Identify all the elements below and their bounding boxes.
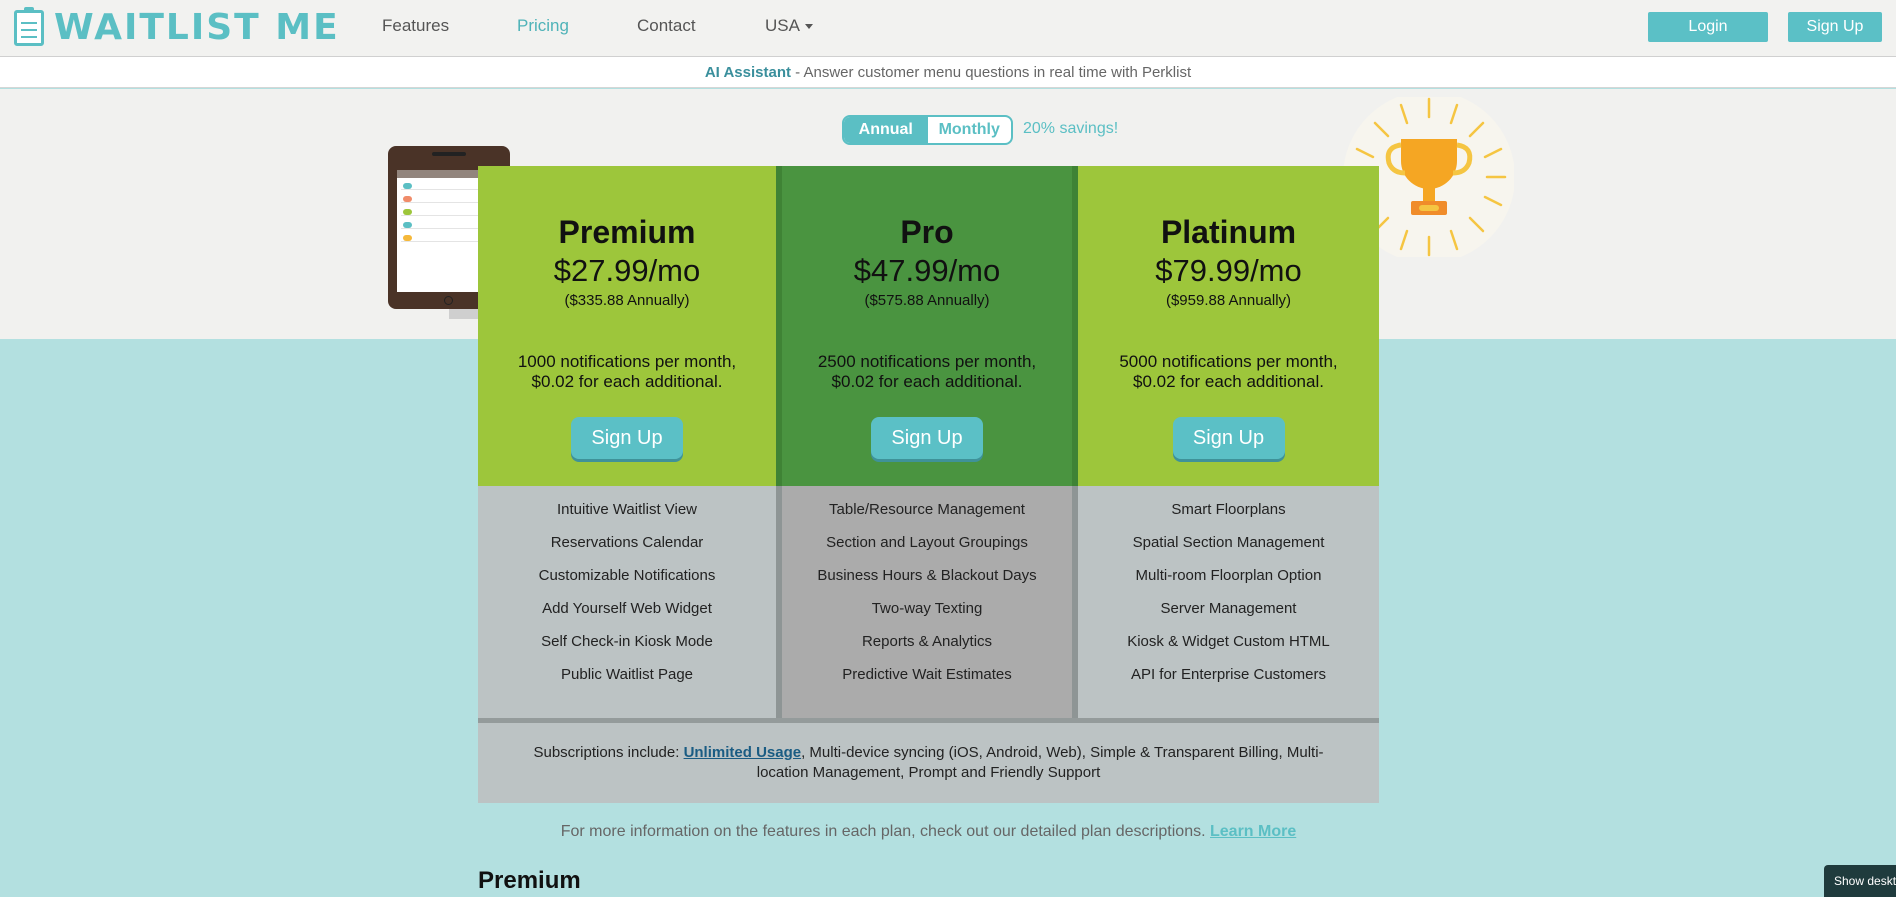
unlimited-usage-link[interactable]: Unlimited Usage — [684, 744, 802, 761]
billing-toggle[interactable]: Annual Monthly — [842, 115, 1013, 145]
announcement-bar: AI Assistant - Answer customer menu ques… — [0, 57, 1896, 88]
show-desktop-button[interactable]: Show deskt — [1824, 865, 1896, 897]
plan-annual-price: ($959.88 Annually) — [1165, 292, 1292, 309]
nav-pricing[interactable]: Pricing — [517, 16, 569, 36]
plan-annual-price: ($575.88 Annually) — [864, 292, 990, 309]
feature-item: Two-way Texting — [871, 600, 983, 617]
plan-annual-price: ($335.88 Annually) — [564, 292, 690, 309]
plan-signup-button[interactable]: Sign Up — [571, 417, 683, 459]
feature-item: Intuitive Waitlist View — [556, 501, 698, 518]
brand-logo[interactable]: WAITLIST ME — [14, 7, 340, 48]
region-label: USA — [765, 16, 800, 35]
chevron-down-icon — [804, 24, 813, 30]
more-info-text: For more information on the features in … — [560, 823, 1297, 840]
plan-name: Pro — [900, 214, 954, 250]
feature-list-platinum: Smart Floorplans Spatial Section Managem… — [1078, 486, 1379, 718]
feature-item: Predictive Wait Estimates — [842, 666, 1012, 683]
plan-card-premium: Premium $27.99/mo ($335.88 Annually) 100… — [478, 166, 776, 486]
plan-name: Premium — [558, 214, 696, 250]
plan-card-pro: Pro $47.99/mo ($575.88 Annually) 2500 no… — [776, 166, 1078, 486]
signup-button[interactable]: Sign Up — [1788, 12, 1882, 42]
savings-label: 20% savings! — [1023, 120, 1119, 137]
feature-list-premium: Intuitive Waitlist View Reservations Cal… — [478, 486, 776, 718]
toggle-annual[interactable]: Annual — [844, 117, 928, 143]
plan-price: $47.99/mo — [853, 253, 1001, 288]
plan-price: $79.99/mo — [1155, 253, 1302, 288]
feature-item: Public Waitlist Page — [561, 666, 693, 683]
nav-features[interactable]: Features — [382, 16, 449, 36]
plan-notifications: 5000 notifications per month, $0.02 for e… — [1119, 352, 1338, 391]
nav-contact[interactable]: Contact — [637, 16, 696, 36]
plan-notifications: 1000 notifications per month, $0.02 for e… — [517, 352, 737, 391]
feature-item: Add Yourself Web Widget — [542, 600, 712, 617]
feature-item: Multi-room Floorplan Option — [1135, 567, 1322, 584]
section-title: Premium — [478, 867, 581, 894]
feature-item: Server Management — [1160, 600, 1297, 617]
feature-item: Kiosk & Widget Custom HTML — [1127, 633, 1330, 650]
feature-item: Table/Resource Management — [829, 501, 1025, 518]
feature-item: Self Check-in Kiosk Mode — [541, 633, 713, 650]
feature-item: Smart Floorplans — [1171, 501, 1286, 518]
feature-list-pro: Table/Resource Management Section and La… — [776, 486, 1078, 718]
plan-card-platinum: Platinum $79.99/mo ($959.88 Annually) 50… — [1078, 166, 1379, 486]
plan-price: $27.99/mo — [553, 253, 701, 288]
feature-item: Reservations Calendar — [550, 534, 704, 551]
toggle-monthly[interactable]: Monthly — [928, 117, 1012, 143]
clipboard-icon — [14, 7, 44, 46]
plan-signup-button[interactable]: Sign Up — [1172, 417, 1285, 459]
brand-name: WAITLIST ME — [54, 7, 340, 48]
login-button[interactable]: Login — [1648, 12, 1768, 42]
feature-item: Customizable Notifications — [538, 567, 716, 584]
plan-name: Platinum — [1160, 214, 1297, 250]
announcement-link[interactable]: AI Assistant — [705, 64, 791, 81]
top-navbar: WAITLIST ME Features Pricing Contact USA… — [0, 0, 1896, 57]
announcement-text: - Answer customer menu questions in real… — [790, 64, 1192, 81]
feature-item: Business Hours & Blackout Days — [817, 567, 1037, 584]
subscriptions-include: Subscriptions include: Unlimited Usage, … — [478, 718, 1379, 803]
feature-item: Spatial Section Management — [1132, 534, 1325, 551]
plan-signup-button[interactable]: Sign Up — [871, 417, 983, 459]
feature-item: Reports & Analytics — [861, 633, 993, 650]
plan-notifications: 2500 notifications per month, $0.02 for e… — [817, 352, 1037, 391]
region-dropdown[interactable]: USA — [765, 16, 813, 36]
feature-item: Section and Layout Groupings — [826, 534, 1028, 551]
feature-item: API for Enterprise Customers — [1130, 666, 1327, 683]
learn-more-link[interactable]: Learn More — [1210, 823, 1296, 840]
